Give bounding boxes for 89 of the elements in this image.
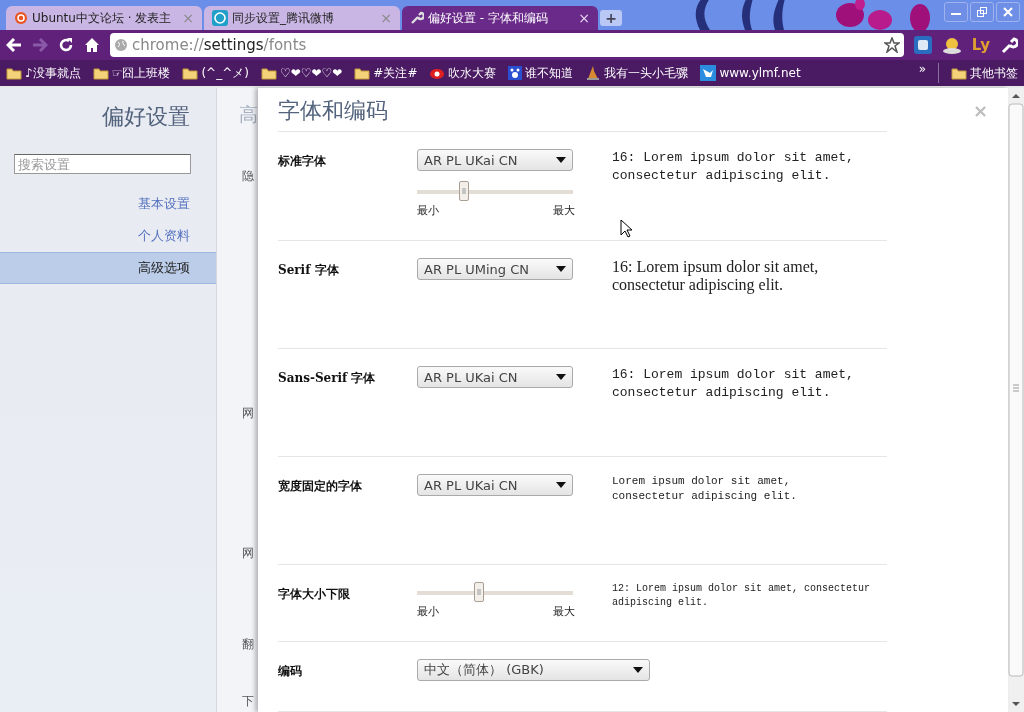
reload-icon[interactable] — [58, 37, 74, 53]
browser-tab[interactable]: 偏好设置 - 字体和编码 × — [402, 6, 598, 30]
close-tab-button[interactable]: × — [578, 10, 590, 26]
font-sample: 12: Lorem ipsum dolor sit amet, consectetur adipiscing elit. — [612, 582, 872, 609]
folder-icon — [951, 66, 967, 80]
bookmark-link[interactable]: #关注# — [373, 64, 418, 82]
nav-item[interactable]: 高级选项 — [0, 252, 216, 284]
folder-icon — [92, 66, 109, 80]
bookmark-link[interactable]: 吹水大赛 — [448, 64, 497, 82]
caret-icon — [556, 482, 566, 488]
sidebar-title: 偏好设置 — [101, 103, 191, 131]
dialog-title: 字体和编码 — [278, 88, 887, 132]
circle-logo-icon — [14, 11, 28, 25]
restore-icon — [977, 7, 987, 17]
font-sample: 16: Lorem ipsum dolor sit amet, consectetur adipiscing elit. — [612, 149, 855, 185]
min-label: 最小 — [417, 203, 439, 218]
font-dropdown[interactable]: 中文（简体） (GBK) — [417, 659, 650, 681]
setting-label: 翻 — [242, 636, 254, 653]
close-window-button[interactable] — [996, 2, 1020, 22]
setting-label: 网 — [242, 545, 254, 562]
browser-tab[interactable]: 同步设置_腾讯微博 × — [204, 6, 400, 30]
paw-icon — [508, 66, 523, 80]
bookmark-link[interactable]: 我有一头小毛骡 — [604, 64, 689, 82]
bookmark-link[interactable]: ♡❤♡❤♡❤ — [279, 66, 343, 80]
folder-icon — [354, 66, 371, 80]
setting-label: 编码 — [278, 663, 303, 680]
caret-icon — [633, 667, 643, 673]
search-field[interactable]: 搜索设置 — [14, 154, 191, 174]
star-icon[interactable] — [883, 37, 900, 53]
mouse-pointer-icon — [620, 219, 633, 238]
grip-icon — [477, 589, 482, 595]
font-dropdown[interactable]: AR PL UKai CN — [417, 366, 573, 388]
setting-label: Serif 字体 — [278, 262, 340, 279]
font-dropdown[interactable]: AR PL UMing CN — [417, 258, 573, 280]
bookmark-link[interactable]: 其他书签 — [970, 64, 1018, 82]
minimize-button[interactable] — [944, 2, 968, 22]
bookmark-link[interactable]: www.ylmf.net — [719, 66, 801, 80]
nav-item[interactable]: 基本设置 — [0, 188, 216, 220]
folder-icon — [182, 66, 199, 80]
slider-thumb[interactable] — [474, 582, 485, 602]
font-sample: 16: Lorem ipsum dolor sit amet, consectetur adipiscing elit. — [612, 258, 820, 295]
max-label: 最大 — [553, 203, 575, 218]
font-dropdown[interactable]: AR PL UKai CN — [417, 474, 573, 496]
bookmark-link[interactable]: 谁不知道 — [525, 64, 574, 82]
font-sample: Lorem ipsum dolor sit amet, consectetur adipiscing elit. — [612, 474, 798, 504]
wrench-icon[interactable] — [1000, 36, 1018, 54]
bookmark-link[interactable]: (^_^メ) — [201, 64, 249, 82]
slider-thumb[interactable] — [458, 181, 469, 201]
caret-icon — [556, 157, 566, 163]
setting-label: 标准字体 — [278, 153, 327, 170]
url-text: chrome://settings/fonts — [132, 36, 308, 54]
extension-label[interactable]: Ly — [971, 36, 990, 54]
close-icon — [1003, 7, 1013, 17]
tab-title: 偏好设置 - 字体和编码 — [428, 9, 549, 27]
setting-label: 宽度固定的字体 — [278, 478, 363, 495]
tab-title: 同步设置_腾讯微博 — [232, 9, 335, 27]
fa-logo-icon[interactable] — [913, 36, 932, 54]
page-heading: 高 — [239, 102, 258, 127]
folder-icon — [260, 66, 277, 80]
bookmark-link[interactable]: ♪没事就点 — [25, 64, 81, 82]
max-label: 最大 — [553, 604, 575, 619]
new-tab-button[interactable]: + — [600, 10, 622, 26]
globe-icon — [114, 38, 128, 52]
setting-label: Sans-Serif 字体 — [278, 370, 377, 387]
sun-cloud-icon[interactable] — [941, 36, 962, 54]
browser-tab[interactable]: Ubuntu中文论坛 · 发表主 × — [6, 6, 202, 30]
font-sample: 16: Lorem ipsum dolor sit amet, consectetur adipiscing elit. — [612, 366, 855, 402]
min-label: 最小 — [417, 604, 439, 619]
speech-logo-icon — [212, 10, 228, 26]
setting-label: 网 — [242, 405, 254, 422]
caret-icon — [556, 374, 566, 380]
font-dropdown[interactable]: AR PL UKai CN — [417, 149, 573, 171]
folder-icon — [6, 66, 22, 80]
setting-label: 下 — [242, 693, 254, 710]
address-bar[interactable]: chrome://settings/fonts — [110, 33, 904, 57]
scrollbar[interactable] — [1008, 88, 1024, 712]
back-icon[interactable] — [6, 38, 22, 52]
bookmark-link[interactable]: ☞囧上班楼 — [111, 64, 171, 82]
grip-icon — [461, 188, 466, 194]
nav-item[interactable]: 个人资料 — [0, 220, 216, 252]
wrench-icon — [410, 11, 424, 25]
caret-icon — [556, 266, 566, 272]
restore-button[interactable] — [970, 2, 994, 22]
more-bookmarks-button[interactable]: » — [918, 62, 926, 76]
eye-logo-icon — [429, 66, 446, 80]
home-icon[interactable] — [84, 37, 100, 53]
setting-label: 隐 — [242, 168, 254, 185]
tab-title: Ubuntu中文论坛 · 发表主 — [32, 9, 173, 27]
setting-label: 字体大小下限 — [278, 586, 351, 603]
